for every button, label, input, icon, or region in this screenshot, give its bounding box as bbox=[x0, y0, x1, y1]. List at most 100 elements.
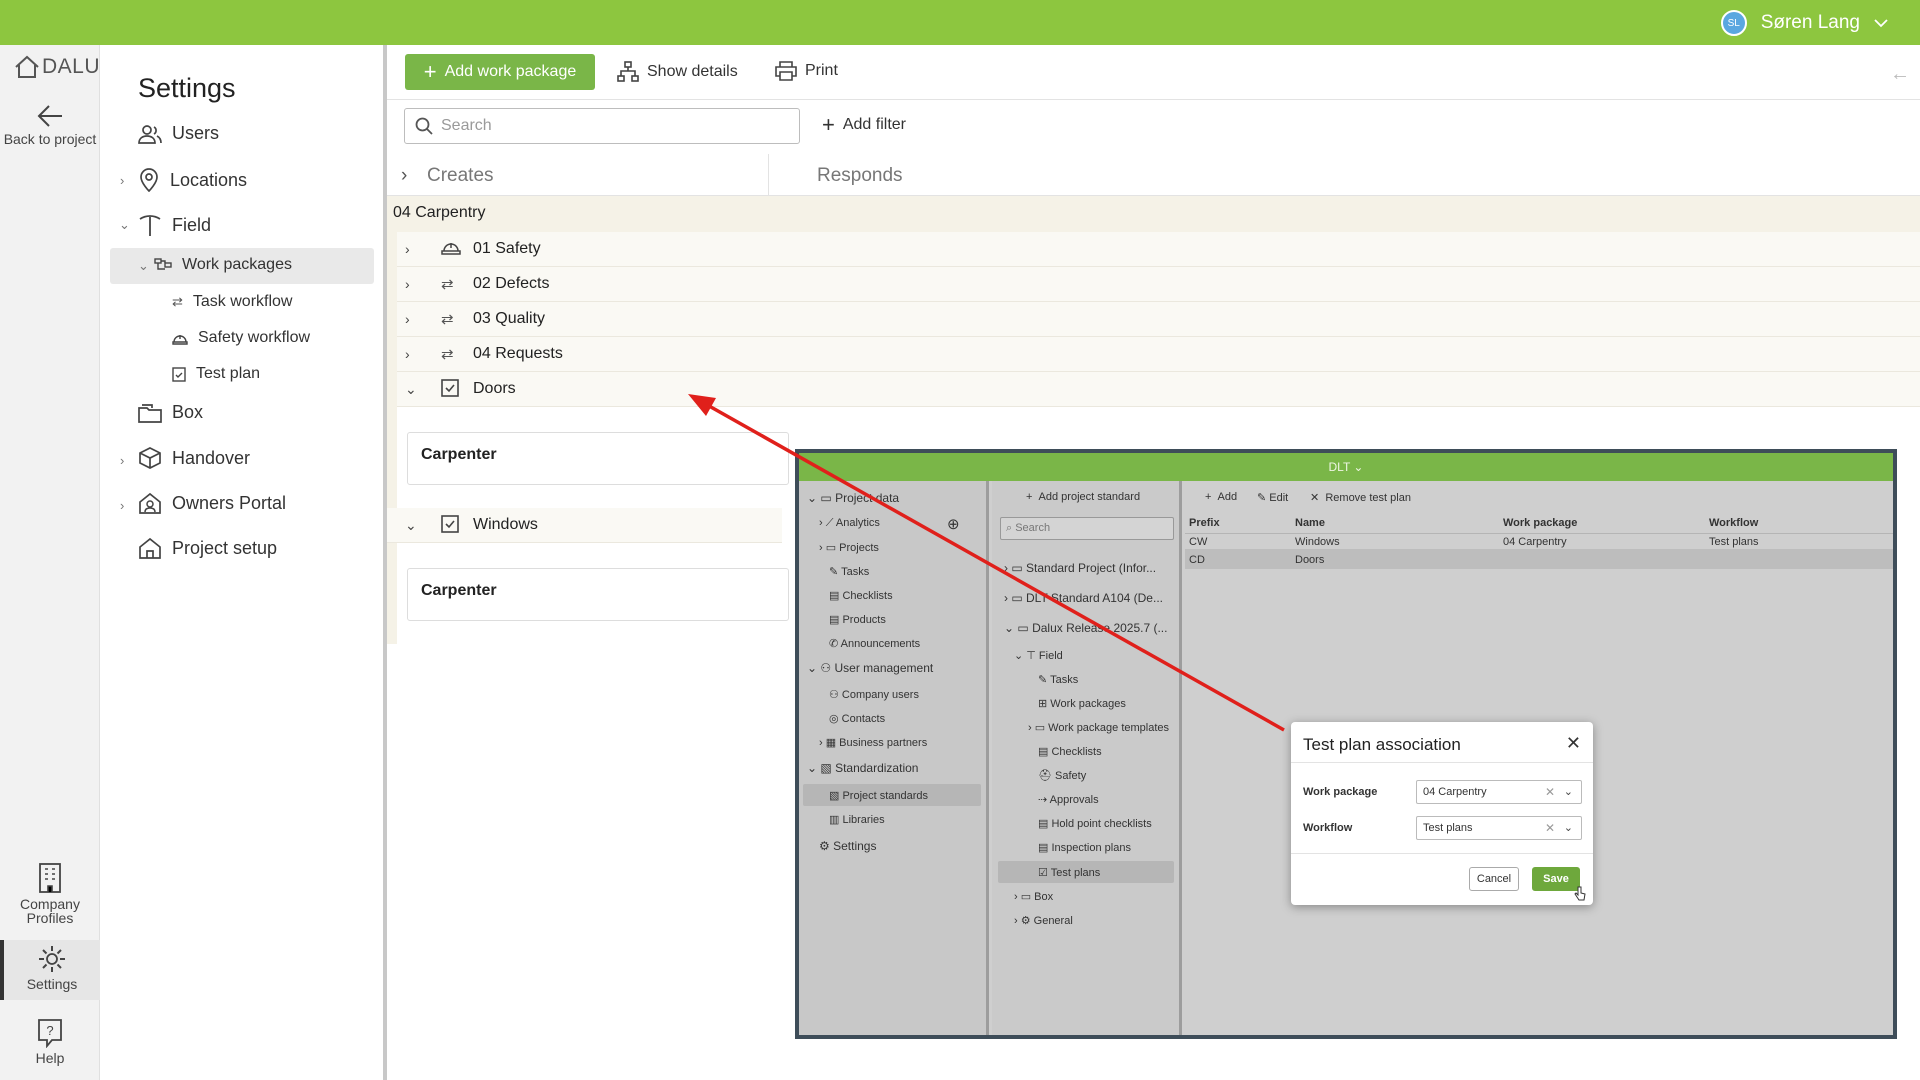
workflow-arrows-icon: ⇄ bbox=[441, 276, 454, 293]
embedded-list-item[interactable]: ✎ Tasks bbox=[1038, 673, 1078, 686]
embedded-nav-analytics[interactable]: › ⟋ Analytics bbox=[819, 517, 880, 530]
add-filter-button[interactable]: + Add filter bbox=[822, 114, 906, 136]
chevron-down-icon[interactable]: ⌄ bbox=[405, 517, 429, 534]
collapse-arrow-icon[interactable]: ← bbox=[1890, 63, 1910, 86]
nav-item-project-setup[interactable]: Project setup bbox=[138, 537, 277, 559]
embedded-list-item[interactable]: › ▭ DLT Standard A104 (De... bbox=[1004, 591, 1163, 605]
embedded-nav-announcements[interactable]: ✆ Announcements bbox=[829, 637, 920, 650]
embedded-col-name[interactable]: Name bbox=[1295, 517, 1325, 529]
nav-item-locations[interactable]: Locations bbox=[138, 168, 247, 192]
nav-item-task-workflow[interactable]: ⇄ Task workflow bbox=[172, 293, 292, 311]
embedded-col-prefix[interactable]: Prefix bbox=[1189, 517, 1220, 529]
chevron-right-icon[interactable]: › bbox=[405, 346, 429, 362]
expand-chevron-icon[interactable]: › bbox=[401, 165, 407, 187]
work-package-row[interactable]: › ⇄ 04 Requests bbox=[387, 337, 1920, 372]
work-package-row[interactable]: › ⇄ 02 Defects bbox=[387, 267, 1920, 302]
add-work-package-button[interactable]: + Add work package bbox=[405, 54, 595, 90]
chevron-right-icon[interactable]: › bbox=[120, 173, 124, 188]
nav-item-handover[interactable]: Handover bbox=[138, 447, 250, 469]
embedded-cell[interactable]: Windows bbox=[1295, 536, 1340, 548]
embedded-add-button[interactable]: + Add bbox=[1205, 491, 1237, 503]
back-to-project-button[interactable]: Back to project bbox=[0, 103, 100, 146]
close-icon[interactable]: ✕ bbox=[1566, 733, 1581, 754]
tab-creates[interactable]: Creates bbox=[427, 165, 494, 187]
chevron-down-icon[interactable]: ⌄ bbox=[1564, 785, 1573, 798]
nav-item-field[interactable]: Field bbox=[138, 213, 211, 237]
embedded-nav-standardization[interactable]: ⌄ ▧ Standardization bbox=[807, 761, 918, 775]
chevron-right-icon[interactable]: › bbox=[405, 241, 429, 257]
nav-item-test-plan[interactable]: Test plan bbox=[172, 365, 260, 383]
embedded-nav-tasks[interactable]: ✎ Tasks bbox=[829, 565, 869, 578]
embedded-nav-project-data[interactable]: ⌄ ▭ Project data bbox=[807, 491, 899, 505]
embedded-list-item[interactable]: ▤ Checklists bbox=[1038, 745, 1102, 758]
embedded-cell[interactable]: CD bbox=[1189, 554, 1205, 566]
chevron-right-icon[interactable]: › bbox=[120, 453, 124, 468]
search-input[interactable]: Search bbox=[404, 108, 800, 144]
workflow-select[interactable]: Test plans ✕ ⌄ bbox=[1416, 816, 1582, 840]
print-button[interactable]: Print bbox=[775, 61, 838, 81]
clear-icon[interactable]: ✕ bbox=[1545, 821, 1555, 835]
embedded-list-item[interactable]: › ⚙ General bbox=[1014, 914, 1073, 927]
embedded-edit-button[interactable]: ✎ Edit bbox=[1257, 491, 1288, 504]
work-package-row[interactable]: › ⇄ 03 Quality bbox=[387, 302, 1920, 337]
embedded-cell[interactable]: 04 Carpentry bbox=[1503, 536, 1567, 548]
nav-item-work-packages[interactable]: Work packages bbox=[154, 256, 292, 274]
embedded-nav-project-standards[interactable]: ▧ Project standards bbox=[829, 789, 928, 802]
show-details-button[interactable]: Show details bbox=[617, 61, 738, 83]
embedded-cell[interactable]: CW bbox=[1189, 536, 1207, 548]
embedded-list-item[interactable]: ▤ Inspection plans bbox=[1038, 841, 1131, 854]
embedded-cell[interactable]: Doors bbox=[1295, 554, 1324, 566]
embedded-nav-settings[interactable]: ⚙ Settings bbox=[819, 839, 876, 853]
chevron-right-icon[interactable]: › bbox=[120, 498, 124, 513]
embedded-nav-products[interactable]: ▤ Products bbox=[829, 613, 886, 626]
save-button[interactable]: Save bbox=[1532, 867, 1580, 891]
embedded-col-workflow[interactable]: Workflow bbox=[1709, 517, 1758, 529]
embedded-nav-contacts[interactable]: ◎ Contacts bbox=[829, 712, 885, 725]
role-card[interactable]: Carpenter bbox=[407, 432, 789, 485]
work-package-row[interactable]: ⌄ Windows bbox=[387, 508, 782, 543]
nav-item-box[interactable]: Box bbox=[138, 402, 203, 423]
chevron-down-icon[interactable]: ⌄ bbox=[1564, 821, 1573, 834]
tab-responds[interactable]: Responds bbox=[817, 165, 903, 187]
clear-icon[interactable]: ✕ bbox=[1545, 785, 1555, 799]
embedded-list-item[interactable]: ▤ Hold point checklists bbox=[1038, 817, 1152, 830]
chevron-right-icon[interactable]: › bbox=[405, 311, 429, 327]
embedded-nav-company-users[interactable]: ⚇ Company users bbox=[829, 688, 919, 701]
nav-item-users[interactable]: Users bbox=[138, 123, 219, 144]
company-profiles-button[interactable]: Company Profiles bbox=[0, 862, 100, 925]
user-menu[interactable]: SL Søren Lang bbox=[1720, 10, 1888, 36]
embedded-list-item[interactable]: › ▭ Standard Project (Infor... bbox=[1004, 561, 1156, 575]
embedded-list-item[interactable]: ⌄ ⊤ Field bbox=[1014, 649, 1063, 662]
work-package-row[interactable]: › 01 Safety bbox=[387, 232, 1920, 267]
embedded-nav-checklists[interactable]: ▤ Checklists bbox=[829, 589, 893, 602]
embedded-list-item[interactable]: ⇢ Approvals bbox=[1038, 793, 1099, 806]
embedded-nav-libraries[interactable]: ▥ Libraries bbox=[829, 813, 885, 826]
help-button[interactable]: ? Help bbox=[0, 1018, 100, 1065]
cancel-button[interactable]: Cancel bbox=[1469, 867, 1519, 891]
work-package-row[interactable]: ⌄ Doors bbox=[387, 372, 1920, 407]
workflow-arrows-icon: ⇄ bbox=[441, 311, 454, 328]
embedded-col-work-package[interactable]: Work package bbox=[1503, 517, 1577, 529]
nav-item-owners-portal[interactable]: Owners Portal bbox=[138, 492, 286, 514]
chevron-down-icon[interactable]: ⌄ bbox=[405, 381, 429, 398]
embedded-remove-test-plan-button[interactable]: ✕ Remove test plan bbox=[1310, 491, 1411, 504]
embedded-nav-user-management[interactable]: ⌄ ⚇ User management bbox=[807, 661, 933, 675]
chevron-down-icon[interactable]: ⌄ bbox=[138, 258, 149, 274]
chevron-right-icon[interactable]: › bbox=[405, 276, 429, 292]
chevron-down-icon[interactable]: ⌄ bbox=[119, 217, 130, 233]
embedded-add-standard-button[interactable]: + Add project standard bbox=[1026, 491, 1140, 503]
embedded-list-item[interactable]: ☑ Test plans bbox=[1038, 866, 1100, 879]
nav-item-safety-workflow[interactable]: Safety workflow bbox=[172, 329, 310, 347]
embedded-list-item[interactable]: ⌄ ▭ Dalux Release 2025.7 (... bbox=[1004, 621, 1167, 635]
embedded-list-item[interactable]: › ▭ Box bbox=[1014, 890, 1053, 903]
embedded-list-item[interactable]: ⊞ Work packages bbox=[1038, 697, 1126, 710]
embedded-cell[interactable]: Test plans bbox=[1709, 536, 1759, 548]
add-circle-icon[interactable]: ⊕ bbox=[947, 515, 960, 533]
embedded-list-item[interactable]: ⛑ Safety bbox=[1038, 769, 1086, 782]
embedded-list-item[interactable]: › ▭ Work package templates bbox=[1028, 721, 1169, 734]
role-card[interactable]: Carpenter bbox=[407, 568, 789, 621]
settings-rail-button[interactable]: Settings bbox=[0, 940, 100, 1000]
embedded-nav-business-partners[interactable]: › ▦ Business partners bbox=[819, 736, 927, 749]
embedded-nav-projects[interactable]: › ▭ Projects bbox=[819, 541, 879, 554]
work-package-select[interactable]: 04 Carpentry ✕ ⌄ bbox=[1416, 780, 1582, 804]
